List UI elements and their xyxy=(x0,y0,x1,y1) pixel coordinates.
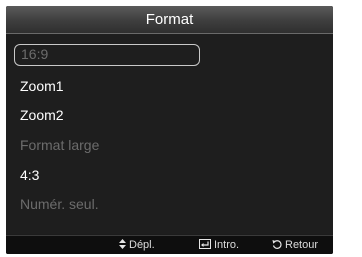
format-options-list: 16:9 Zoom1 Zoom2 Format large 4:3 Numér.… xyxy=(6,34,333,234)
updown-icon xyxy=(119,236,126,254)
help-bar: Dépl. Intro. Retour xyxy=(6,235,333,254)
return-label: Retour xyxy=(285,239,319,251)
option-4-3[interactable]: 4:3 xyxy=(14,164,200,186)
return-icon xyxy=(272,236,282,254)
option-numer-seul: Numér. seul. xyxy=(20,196,99,212)
move-label: Dépl. xyxy=(129,239,155,251)
option-16-9[interactable]: 16:9 xyxy=(14,44,200,66)
enter-icon xyxy=(199,236,211,254)
option-format-large: Format large xyxy=(20,137,100,153)
move-hint: Dépl. xyxy=(119,236,155,254)
option-zoom2[interactable]: Zoom2 xyxy=(14,104,200,126)
option-zoom1[interactable]: Zoom1 xyxy=(14,75,200,97)
format-menu-window: Format 16:9 Zoom1 Zoom2 Format large 4:3… xyxy=(6,6,333,254)
enter-label: Intro. xyxy=(214,239,240,251)
return-hint: Retour xyxy=(272,236,318,254)
menu-title: Format xyxy=(6,6,333,34)
enter-hint: Intro. xyxy=(199,236,239,254)
